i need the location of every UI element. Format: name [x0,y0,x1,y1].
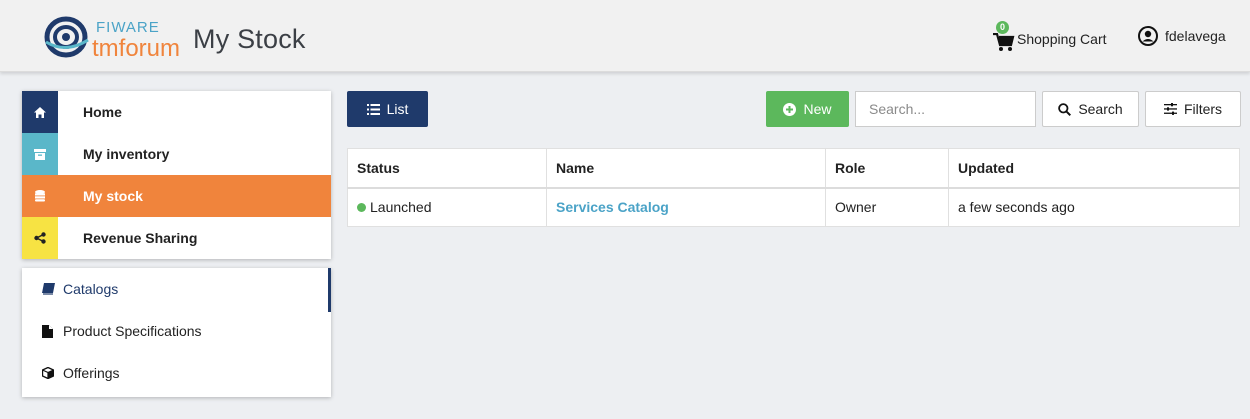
book-icon [42,283,58,295]
sidebar-item-label: My stock [83,188,143,204]
search-icon [1058,102,1072,116]
column-header-status[interactable]: Status [347,148,547,189]
home-icon [22,91,58,133]
database-icon [22,175,58,217]
cart-icon: 0 [993,21,1017,51]
search-input[interactable] [855,91,1036,127]
column-header-name[interactable]: Name [546,148,826,189]
list-button-label: List [386,101,409,117]
new-button-label: New [803,101,832,117]
search-button[interactable]: Search [1042,91,1139,127]
top-header: FIWARE tmforum My Stock 0 Shopping Cart … [0,0,1250,72]
sidebar-item-home[interactable]: Home [22,91,331,133]
sidebar-item-offerings[interactable]: Offerings [22,352,331,394]
fiware-tmforum-logo[interactable]: FIWARE tmforum [44,14,184,60]
sidebar-sub-nav: Catalogs Product Specifications Offering… [22,268,331,397]
search-button-label: Search [1078,101,1123,117]
sidebar-item-catalogs[interactable]: Catalogs [22,268,331,312]
sidebar-item-label: Catalogs [63,281,119,297]
status-badge: Launched [370,199,432,216]
list-view-button[interactable]: List [347,91,428,127]
plus-circle-icon [783,102,797,116]
sidebar-item-label: Product Specifications [63,323,202,339]
status-cell: Launched [347,187,547,227]
cart-label: Shopping Cart [1017,31,1107,47]
sidebar-main-nav: Home My inventory My stock Revenue Shari… [22,91,331,259]
status-dot-icon [357,203,366,213]
filters-button-label: Filters [1183,101,1223,117]
updated-cell: a few seconds ago [948,187,1240,227]
column-header-updated[interactable]: Updated [948,148,1240,189]
svg-text:FIWARE: FIWARE [96,19,160,36]
filters-button[interactable]: Filters [1145,91,1241,127]
shopping-cart-link[interactable]: 0 Shopping Cart [993,18,1107,54]
catalog-name-link[interactable]: Services Catalog [556,199,669,215]
list-icon [366,103,380,115]
stock-table: Status Name Role Updated Launched Servic… [347,148,1240,227]
share-icon [22,217,58,259]
sidebar-item-label: Home [83,104,122,120]
sidebar-item-revenue-sharing[interactable]: Revenue Sharing [22,217,331,259]
user-menu[interactable]: fdelavega [1138,26,1226,46]
sidebar-item-my-inventory[interactable]: My inventory [22,133,331,175]
sliders-icon [1163,103,1177,115]
sidebar-item-product-specifications[interactable]: Product Specifications [22,310,331,352]
cube-icon [42,367,58,379]
sidebar-item-label: Revenue Sharing [83,230,198,246]
user-avatar-icon [1138,26,1158,46]
username: fdelavega [1165,28,1226,44]
table-header-row: Status Name Role Updated [347,148,1240,189]
sidebar-item-my-stock[interactable]: My stock [22,175,331,217]
file-icon [42,324,58,338]
page-title: My Stock [193,24,306,54]
svg-text:tmforum: tmforum [92,35,180,60]
archive-icon [22,133,58,175]
new-button[interactable]: New [766,91,849,127]
column-header-role[interactable]: Role [825,148,949,189]
name-cell: Services Catalog [546,187,826,227]
sidebar-item-label: My inventory [83,146,170,162]
role-cell: Owner [825,187,949,227]
sidebar-item-label: Offerings [63,365,120,381]
table-row[interactable]: Launched Services Catalog Owner a few se… [347,187,1240,227]
